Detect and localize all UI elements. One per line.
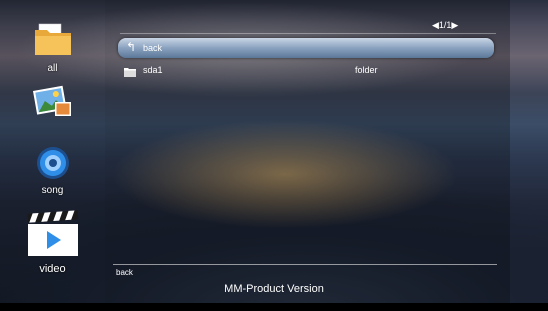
folder-icon (124, 64, 136, 82)
clapperboard-play-icon (27, 210, 78, 256)
sidebar-item-all[interactable]: all (0, 22, 105, 74)
folder-icon (34, 23, 71, 55)
sidebar-item-photo[interactable] (0, 82, 105, 125)
photo-icon (32, 85, 71, 116)
sidebar-item-label: song (41, 185, 64, 196)
back-arrow-icon: ↰ (126, 40, 137, 54)
version-label: MM-Product Version (224, 283, 324, 295)
sidebar-item-label: video (39, 263, 66, 275)
list-item-name: sda1 (143, 65, 163, 75)
sidebar-item-song[interactable]: song (0, 146, 105, 196)
media-player-screen: all song video ◀1/1▶ ↰ back sda1 folder … (0, 0, 548, 311)
sidebar-item-video[interactable]: video (0, 210, 105, 275)
divider (120, 33, 496, 34)
media-type-sidebar: all song video (0, 0, 105, 311)
list-item-type: folder (355, 65, 378, 75)
list-item-sda1[interactable]: sda1 folder (118, 62, 494, 78)
list-item-name: back (143, 43, 163, 53)
list-item-back[interactable]: ↰ back (118, 38, 494, 58)
screen-bottom-bar (0, 303, 548, 311)
page-indicator[interactable]: ◀1/1▶ (432, 20, 458, 31)
sidebar-item-label: all (47, 63, 58, 74)
music-disc-icon (36, 147, 69, 179)
divider (113, 264, 497, 265)
back-hint-text: back (116, 268, 133, 277)
